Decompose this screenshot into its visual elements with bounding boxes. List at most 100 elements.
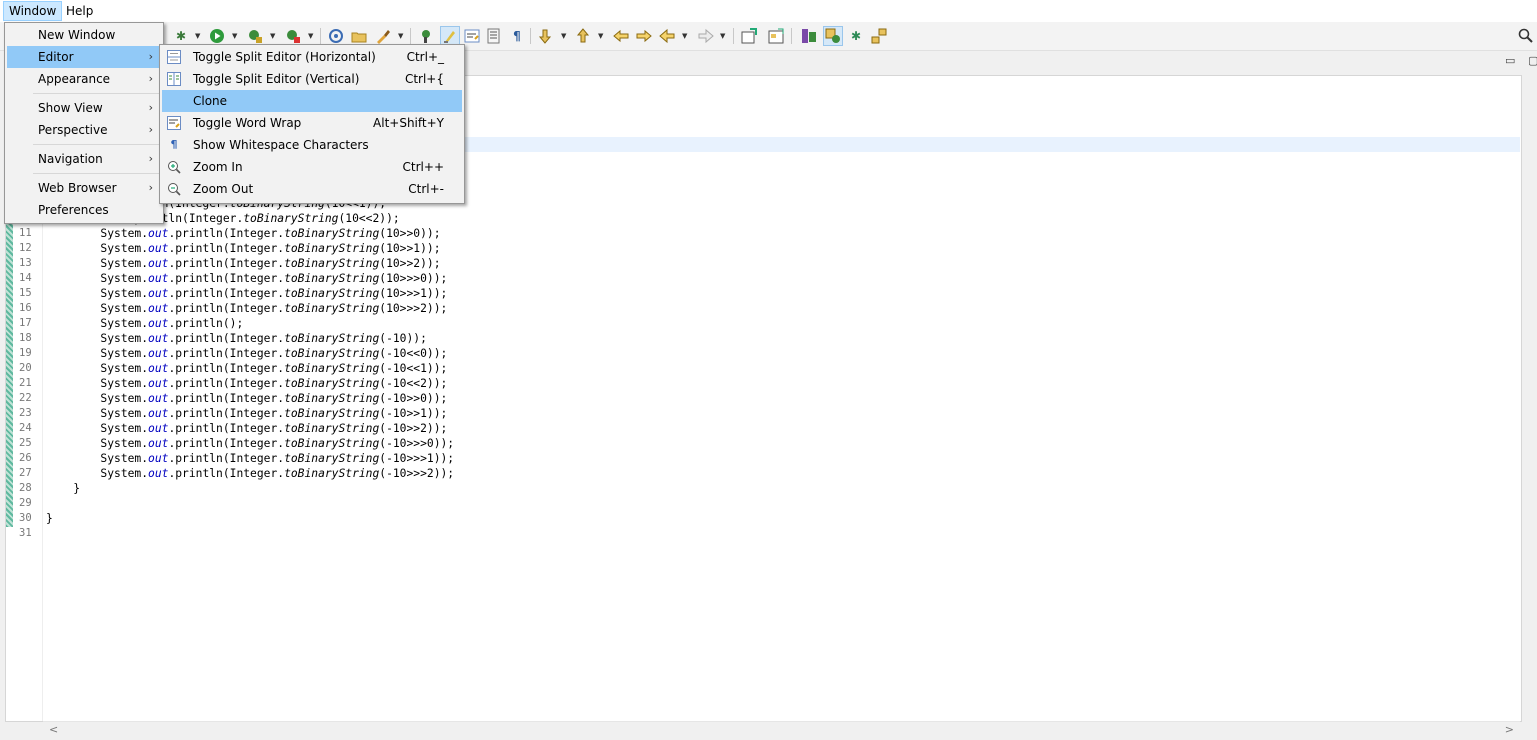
code-token-method: toBinaryString — [284, 302, 380, 315]
menu-item-show-view[interactable]: Show View › — [7, 97, 161, 119]
search-icon[interactable] — [1517, 27, 1535, 45]
zoom-in-icon — [167, 160, 181, 174]
menu-item-show-whitespace[interactable]: ¶ Show Whitespace Characters — [162, 134, 462, 156]
open-perspective-icon[interactable] — [767, 27, 785, 45]
code-line: 14 System.out.println(Integer.toBinarySt… — [6, 271, 1006, 286]
external-tools-icon[interactable] — [284, 27, 302, 45]
code-token-post: (10>>>2)); — [379, 302, 448, 315]
code-line: 22 System.out.println(Integer.toBinarySt… — [6, 391, 1006, 406]
menu-help[interactable]: Help — [61, 2, 98, 20]
chevron-down-icon[interactable]: ▼ — [308, 27, 313, 45]
forward-arrow-icon[interactable] — [697, 27, 715, 45]
code-token-method: toBinaryString — [284, 437, 380, 450]
code-token-mid: .println(Integer. — [168, 392, 285, 405]
next-annotation-icon[interactable] — [536, 27, 554, 45]
code-token-post: (-10>>1)); — [379, 407, 448, 420]
line-number: 25 — [19, 437, 32, 449]
menu-item-clone[interactable]: Clone — [162, 90, 462, 112]
maximize-icon[interactable]: ▢ — [1528, 54, 1537, 67]
menu-item-shortcut: Ctrl+{ — [404, 72, 444, 86]
menu-item-label: Toggle Split Editor (Horizontal) — [193, 50, 376, 64]
code-line: 26 System.out.println(Integer.toBinarySt… — [6, 451, 1006, 466]
debug-perspective-icon[interactable]: ✱ — [847, 27, 865, 45]
menu-item-preferences[interactable]: Preferences — [7, 199, 161, 221]
code-token-mid: .println(Integer. — [168, 302, 285, 315]
chevron-down-icon[interactable]: ▼ — [398, 27, 403, 45]
menu-item-zoom-out[interactable]: Zoom Out Ctrl+- — [162, 178, 462, 200]
code-token-mid: .println(Integer. — [168, 362, 285, 375]
last-edit-location-icon[interactable] — [612, 27, 630, 45]
line-number: 21 — [19, 377, 32, 389]
menu-item-perspective[interactable]: Perspective › — [7, 119, 161, 141]
code-text: System.out.println(Integer.toBinaryStrin… — [46, 346, 447, 361]
scroll-left-icon[interactable]: < — [49, 723, 58, 736]
code-text: System.out.println(Integer.toBinaryStrin… — [46, 421, 447, 436]
line-number: 19 — [19, 347, 32, 359]
forward-history-icon[interactable] — [635, 27, 653, 45]
java-perspective-icon[interactable] — [823, 26, 843, 46]
menu-item-navigation[interactable]: Navigation › — [7, 148, 161, 170]
menu-item-appearance[interactable]: Appearance › — [7, 68, 161, 90]
menu-item-toggle-split-horizontal[interactable]: Toggle Split Editor (Horizontal) Ctrl+_ — [162, 46, 462, 68]
code-token-fld: out — [148, 377, 169, 390]
code-token-mid: .println(Integer. — [168, 287, 285, 300]
line-number: 24 — [19, 422, 32, 434]
chevron-down-icon[interactable]: ▼ — [270, 27, 275, 45]
pilcrow-icon[interactable]: ¶ — [508, 27, 526, 45]
code-token-method: toBinaryString — [284, 242, 380, 255]
menu-window[interactable]: Window — [3, 1, 63, 21]
new-java-package-icon[interactable] — [327, 27, 345, 45]
java-ee-perspective-icon[interactable] — [800, 27, 818, 45]
menu-item-toggle-split-vertical[interactable]: Toggle Split Editor (Vertical) Ctrl+{ — [162, 68, 462, 90]
scroll-right-icon[interactable]: > — [1505, 723, 1514, 736]
chevron-down-icon[interactable]: ▼ — [561, 27, 566, 45]
code-token-method: toBinaryString — [284, 422, 380, 435]
chevron-down-icon[interactable]: ▼ — [598, 27, 603, 45]
code-text: System.out.println(Integer.toBinaryStrin… — [46, 466, 454, 481]
menu-item-toggle-word-wrap[interactable]: Toggle Word Wrap Alt+Shift+Y — [162, 112, 462, 134]
minimize-icon[interactable]: ▭ — [1505, 54, 1515, 67]
menu-separator — [33, 173, 161, 174]
code-text: System.out.println(Integer.toBinaryStrin… — [46, 226, 440, 241]
block-selection-icon[interactable] — [485, 27, 503, 45]
code-token-pre: System. — [46, 347, 149, 360]
chevron-down-icon[interactable]: ▼ — [232, 27, 237, 45]
code-token-mid: .println(Integer. — [168, 272, 285, 285]
menu-bar: Window Help — [0, 0, 1537, 22]
menu-item-label: Editor — [38, 50, 74, 64]
menu-item-shortcut: Ctrl+_ — [406, 50, 444, 64]
code-text: System.out.println(Integer.toBinaryStrin… — [46, 256, 441, 271]
chevron-down-icon[interactable]: ▼ — [720, 27, 725, 45]
back-arrow-icon[interactable] — [658, 27, 676, 45]
menu-separator — [33, 144, 161, 145]
horizontal-scrollbar[interactable]: < > — [43, 721, 1520, 739]
pin-editor-icon[interactable] — [740, 27, 758, 45]
toolbar-separator — [530, 28, 531, 44]
code-token-post: (-10<<2)); — [379, 377, 448, 390]
line-number: 11 — [19, 227, 32, 239]
menu-item-zoom-in[interactable]: Zoom In Ctrl++ — [162, 156, 462, 178]
open-task-icon[interactable] — [374, 27, 392, 45]
code-token-post: (10>>2)); — [379, 257, 441, 270]
code-token-method: toBinaryString — [284, 467, 380, 480]
run-button[interactable] — [208, 27, 226, 45]
debug-icon[interactable]: ✱ — [172, 27, 190, 45]
mark-occurrences-icon[interactable] — [440, 26, 460, 46]
menu-item-web-browser[interactable]: Web Browser › — [7, 177, 161, 199]
previous-annotation-icon[interactable] — [574, 27, 592, 45]
menu-item-editor[interactable]: Editor › — [7, 46, 161, 68]
code-token-method: toBinaryString — [284, 287, 380, 300]
menu-item-shortcut: Ctrl++ — [402, 160, 444, 174]
git-perspective-icon[interactable] — [870, 27, 888, 45]
code-lines: Sy.println(Integer.toBinaryString(10<<1)… — [6, 196, 1006, 541]
menu-item-new-window[interactable]: New Window — [7, 24, 161, 46]
coverage-icon[interactable] — [246, 27, 264, 45]
code-token-method: toBinaryString — [284, 362, 380, 375]
open-type-icon[interactable] — [350, 27, 368, 45]
chevron-down-icon[interactable]: ▼ — [682, 27, 687, 45]
word-wrap-icon[interactable] — [463, 27, 481, 45]
chevron-down-icon[interactable]: ▼ — [195, 27, 200, 45]
line-number: 14 — [19, 272, 32, 284]
code-text: System.out.println(); — [46, 316, 243, 331]
annotation-icon[interactable] — [416, 27, 434, 45]
